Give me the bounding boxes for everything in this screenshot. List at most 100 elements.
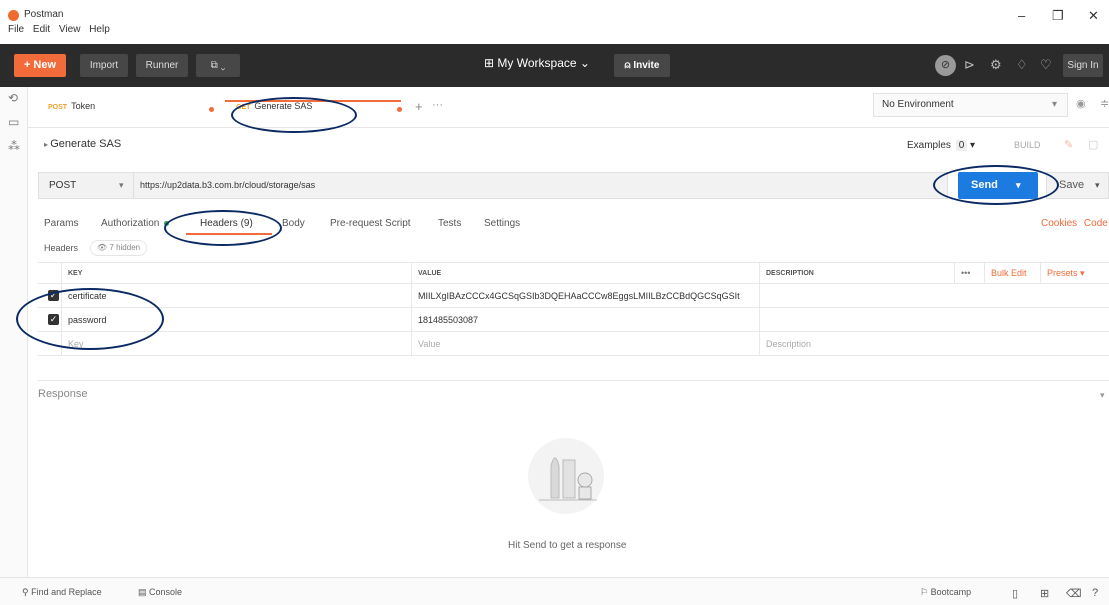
tab-label: Token	[71, 101, 96, 111]
method-value: POST	[49, 180, 77, 191]
bell-icon[interactable]: ♢	[1016, 57, 1028, 73]
add-tab-icon[interactable]: +	[415, 99, 423, 123]
edit-icon[interactable]: ✎	[1064, 138, 1073, 151]
chevron-down-icon: ▾	[1080, 267, 1085, 278]
tab-settings[interactable]: Settings	[484, 218, 520, 229]
tab-headers[interactable]: Headers (9)	[200, 218, 253, 229]
header-description[interactable]	[760, 308, 1109, 331]
layout-single-icon[interactable]: ▯	[1012, 587, 1018, 600]
tab-authorization[interactable]: Authorization	[101, 218, 170, 229]
sliders-icon[interactable]: ≑	[1100, 97, 1109, 110]
tab-params[interactable]: Params	[44, 218, 78, 229]
presets-label: Presets	[1047, 268, 1078, 278]
grid-icon: ⊞	[484, 56, 495, 70]
row-checkbox[interactable]: ✓	[38, 284, 62, 307]
bulk-edit-link[interactable]: Bulk Edit	[985, 263, 1041, 283]
cookies-link[interactable]: Cookies Code	[1041, 218, 1108, 229]
header-key[interactable]: password	[62, 308, 412, 331]
invite-button[interactable]: ⍝ Invite	[614, 54, 670, 77]
new-window-icon: ⧉ ⌄	[210, 60, 226, 71]
examples-label: Examples	[907, 140, 951, 151]
save-label: Save	[1059, 179, 1085, 191]
table-row-new: Key Value Description	[38, 332, 1109, 356]
heart-icon[interactable]: ♡	[1040, 57, 1052, 73]
tab-body[interactable]: Body	[282, 218, 305, 229]
find-replace-button[interactable]: ⚲ Find and Replace	[22, 587, 102, 598]
response-label: Response	[38, 388, 88, 400]
method-select[interactable]: POST ▾	[38, 172, 134, 199]
workspace-selector[interactable]: ⊞ My Workspace ⌄	[484, 56, 590, 70]
console-label: Console	[149, 587, 183, 597]
hidden-headers-toggle[interactable]: 👁︎ 7 hidden	[90, 240, 148, 256]
code-label: Code	[1083, 218, 1108, 229]
sync-icon[interactable]: ⊘	[935, 55, 956, 76]
tab-pre-request-script[interactable]: Pre-request Script	[330, 218, 411, 229]
url-input[interactable]: https://up2data.b3.com.br/cloud/storage/…	[134, 172, 948, 199]
bootcamp-icon: ⚐	[920, 587, 931, 597]
close-icon[interactable]: ✕	[1088, 8, 1099, 24]
runner-button[interactable]: Runner	[136, 54, 188, 77]
new-value-input[interactable]: Value	[412, 332, 760, 355]
satellite-icon[interactable]: ⊳	[964, 57, 975, 73]
tab-token[interactable]: POST Token	[48, 101, 218, 125]
menu-file[interactable]: File	[8, 24, 24, 35]
settings-icon[interactable]: ⚙	[990, 57, 1002, 73]
eye-icon[interactable]: ◉	[1076, 97, 1086, 110]
menu-edit[interactable]: Edit	[33, 24, 50, 35]
bootcamp-label: Bootcamp	[930, 587, 972, 597]
rocket-illustration-icon	[528, 438, 604, 514]
header-value[interactable]: 181485503087	[412, 308, 760, 331]
new-description-input[interactable]: Description	[760, 332, 1109, 355]
apis-icon[interactable]: ⁂	[8, 139, 20, 153]
presets-dropdown[interactable]: Presets ▾	[1041, 263, 1109, 283]
bootcamp-button[interactable]: ⚐ Bootcamp	[920, 587, 971, 598]
tab-tests[interactable]: Tests	[438, 218, 461, 229]
save-button[interactable]: Save ▾	[1046, 172, 1109, 199]
headers-tab-label: Headers (9)	[200, 218, 253, 229]
comments-icon[interactable]: ▢	[1088, 138, 1098, 151]
history-icon[interactable]: ⟲	[8, 91, 18, 105]
menu-help[interactable]: Help	[89, 24, 110, 35]
build-label[interactable]: BUILD	[1014, 140, 1041, 150]
header-value[interactable]: MIILXgIBAzCCCx4GCSqGSIb3DQEHAaCCCw8EggsL…	[412, 284, 760, 307]
menu-view[interactable]: View	[59, 24, 81, 35]
more-options-icon[interactable]: •••	[955, 263, 985, 283]
restore-icon[interactable]: ❐	[1052, 8, 1064, 24]
tab-method: GET	[236, 104, 251, 111]
minimize-icon[interactable]: –	[1018, 8, 1025, 23]
send-button[interactable]: Send ▾	[958, 172, 1038, 199]
sign-in-button[interactable]: Sign In	[1063, 54, 1103, 77]
header-description[interactable]	[760, 284, 1109, 307]
new-window-button[interactable]: ⧉ ⌄	[196, 54, 240, 77]
row-checkbox[interactable]: ✓	[38, 308, 62, 331]
status-bar: ⚲ Find and Replace ▤ Console ⚐ Bootcamp …	[0, 577, 1109, 605]
new-button[interactable]: + New	[14, 54, 66, 77]
table-row: ✓ certificate MIILXgIBAzCCCx4GCSqGSIb3DQ…	[38, 284, 1109, 308]
request-tabs: POST Token GET Generate SAS + ··· No Envir…	[28, 87, 1109, 128]
collapse-icon[interactable]: ▾	[1100, 390, 1105, 401]
examples-dropdown[interactable]: Examples 0 ▾	[907, 140, 975, 151]
headers-section-label: Headers	[44, 243, 79, 253]
app-header: + New Import Runner ⧉ ⌄ ⊞ My Workspace ⌄…	[0, 44, 1109, 87]
request-breadcrumb[interactable]: ▸ Generate SAS	[44, 138, 121, 150]
new-key-input[interactable]: Key	[62, 332, 412, 355]
find-replace-label: Find and Replace	[31, 587, 102, 597]
environment-label: No Environment	[882, 99, 954, 110]
table-header-row: KEY VALUE DESCRIPTION ••• Bulk Edit Pres…	[38, 262, 1109, 284]
tab-generate-sas[interactable]: GET Generate SAS	[236, 101, 406, 125]
collections-icon[interactable]: ▭	[8, 115, 19, 129]
trash-icon[interactable]: ⌫	[1066, 587, 1082, 600]
layout-split-icon[interactable]: ⊞	[1040, 587, 1049, 600]
more-tabs-icon[interactable]: ···	[432, 99, 443, 123]
column-key: KEY	[62, 263, 412, 283]
console-button[interactable]: ▤ Console	[138, 587, 182, 598]
hidden-count: 7 hidden	[109, 243, 141, 252]
import-button[interactable]: Import	[80, 54, 128, 77]
chevron-down-icon: ▾	[1016, 180, 1021, 190]
help-icon[interactable]: ?	[1092, 587, 1098, 599]
console-icon: ▤	[138, 587, 150, 597]
chevron-down-icon: ▾	[1095, 180, 1100, 190]
environment-select[interactable]: No Environment ▾	[873, 93, 1068, 117]
header-key[interactable]: certificate	[62, 284, 412, 307]
app-title: Postman	[24, 9, 64, 20]
